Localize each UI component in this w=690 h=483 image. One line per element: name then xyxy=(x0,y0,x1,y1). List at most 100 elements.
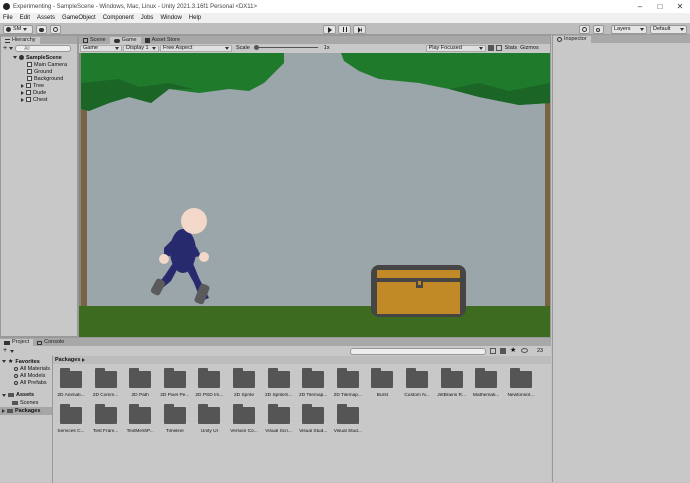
hierarchy-item-chest[interactable]: Chest xyxy=(21,96,47,103)
favorite-item-all-prefabs[interactable]: All Prefabs xyxy=(14,380,47,386)
package-folder[interactable]: 2D Tilemap... xyxy=(297,368,329,403)
menu-jobs[interactable]: Jobs xyxy=(141,15,154,21)
scale-slider[interactable] xyxy=(253,45,318,51)
add-icon[interactable]: + xyxy=(3,45,7,52)
tab-inspector[interactable]: Inspector xyxy=(553,36,591,43)
chevron-right-icon[interactable] xyxy=(2,409,5,413)
add-icon[interactable]: + xyxy=(3,347,7,354)
star-icon[interactable]: ★ xyxy=(510,346,516,354)
mute-icon[interactable] xyxy=(487,45,494,51)
package-folder[interactable]: Visual Stud... xyxy=(332,404,364,439)
aspect-dropdown[interactable]: Free Aspect xyxy=(160,44,232,52)
menu-gameobject[interactable]: GameObject xyxy=(62,15,96,21)
package-folder[interactable]: Custom N... xyxy=(401,368,433,403)
close-icon[interactable]: ✕ xyxy=(670,0,690,13)
folder-icon xyxy=(267,368,290,388)
package-folder[interactable]: 2D Pixel Pe... xyxy=(159,368,191,403)
search-by-type-icon[interactable] xyxy=(490,348,496,354)
gizmos-button[interactable]: Gizmos xyxy=(520,45,539,51)
hierarchy-scene[interactable]: SampleScene xyxy=(13,54,62,61)
layers-dropdown[interactable]: Layers xyxy=(611,25,647,34)
chevron-down-icon[interactable] xyxy=(2,393,6,397)
chevron-down-icon[interactable] xyxy=(9,47,14,50)
menu-help[interactable]: Help xyxy=(189,15,201,21)
package-folder[interactable]: 2D Path xyxy=(124,368,156,403)
package-folder[interactable]: Burst xyxy=(366,368,398,403)
breadcrumb-packages[interactable]: Packages xyxy=(55,357,80,363)
stats-button[interactable]: Stats xyxy=(505,45,518,51)
package-folder[interactable]: 2D SpriteS... xyxy=(263,368,295,403)
chevron-down-icon[interactable] xyxy=(2,360,6,363)
package-folder[interactable]: Mathemati... xyxy=(470,368,502,403)
package-folder[interactable]: Version Co... xyxy=(228,404,260,439)
package-folder[interactable]: 2D Sprite xyxy=(228,368,260,403)
label-icon[interactable] xyxy=(500,348,506,354)
hierarchy-item-tree[interactable]: Tree xyxy=(21,82,44,89)
display-mode-dropdown[interactable]: Game xyxy=(80,44,122,52)
search-button[interactable] xyxy=(593,25,604,34)
item-label: Ground xyxy=(34,68,53,75)
menu-file[interactable]: File xyxy=(3,15,13,21)
maximize-icon[interactable]: □ xyxy=(650,0,670,13)
play-mode-dropdown[interactable]: Play Focused xyxy=(425,44,486,52)
package-folder[interactable]: Services C... xyxy=(55,404,87,439)
eye-icon[interactable] xyxy=(521,348,528,353)
menu-window[interactable]: Window xyxy=(160,15,181,21)
package-folder[interactable]: Unity UI xyxy=(193,404,225,439)
scale-slider-handle[interactable] xyxy=(253,45,259,50)
minimize-icon[interactable]: – xyxy=(630,0,650,13)
tab-asset-store[interactable]: Asset Store xyxy=(141,37,184,44)
display-dropdown[interactable]: Display 1 xyxy=(123,44,159,52)
favorites-node[interactable]: ★ Favorites xyxy=(2,358,40,365)
favorite-item-all-materials[interactable]: All Materials xyxy=(14,366,50,372)
chevron-down-icon[interactable] xyxy=(10,350,14,353)
hierarchy-item-ground[interactable]: Ground xyxy=(27,68,52,75)
menu-component[interactable]: Component xyxy=(103,15,134,21)
chevron-right-icon[interactable] xyxy=(21,97,24,102)
chevron-right-icon xyxy=(82,358,86,362)
tab-scene[interactable]: Scene xyxy=(79,37,110,44)
packages-node[interactable]: Packages xyxy=(0,407,52,415)
package-folder[interactable]: Visual Stud... xyxy=(297,404,329,439)
tab-console[interactable]: Console xyxy=(33,339,68,346)
tab-hierarchy[interactable]: Hierarchy xyxy=(1,37,40,44)
package-folder[interactable]: JetBrains R... xyxy=(436,368,468,403)
hierarchy-item-main-camera[interactable]: Main Camera xyxy=(27,61,67,68)
folder-icon xyxy=(60,404,82,424)
package-folder[interactable]: Newtonsof... xyxy=(505,368,537,403)
package-folder[interactable]: 2D Animati... xyxy=(55,368,87,403)
layout-label: Default xyxy=(653,26,671,32)
chevron-right-icon[interactable] xyxy=(21,90,24,95)
chevron-down-icon[interactable] xyxy=(13,56,17,59)
layout-dropdown[interactable]: Default xyxy=(650,25,687,34)
collab-button[interactable] xyxy=(50,25,61,34)
history-button[interactable] xyxy=(579,25,590,34)
assets-item-scenes[interactable]: Scenes xyxy=(12,400,38,406)
project-search-input[interactable] xyxy=(350,348,486,355)
cloud-button[interactable] xyxy=(36,25,47,34)
account-button[interactable]: SM xyxy=(3,25,33,34)
step-button[interactable] xyxy=(353,25,366,34)
hierarchy-item-dude[interactable]: Dude xyxy=(21,89,46,96)
package-folder[interactable]: Visual Scri... xyxy=(263,404,295,439)
vr-icon[interactable] xyxy=(495,45,502,51)
game-viewport[interactable] xyxy=(79,53,550,338)
package-folder[interactable]: Test Fram... xyxy=(90,404,122,439)
pause-button[interactable] xyxy=(338,25,351,34)
favorite-item-all-models[interactable]: All Models xyxy=(14,373,45,379)
hierarchy-search-input[interactable] xyxy=(15,45,72,52)
play-button[interactable] xyxy=(323,25,336,34)
menu-edit[interactable]: Edit xyxy=(20,15,30,21)
package-folder[interactable]: 2D Comm... xyxy=(90,368,122,403)
assets-node[interactable]: Assets xyxy=(2,392,34,398)
info-icon xyxy=(557,37,562,42)
tab-project[interactable]: Project xyxy=(0,339,34,346)
chevron-right-icon[interactable] xyxy=(21,83,24,88)
package-folder[interactable]: 2D Tilemap... xyxy=(332,368,364,403)
package-folder[interactable]: TextMeshP... xyxy=(124,404,156,439)
tab-game[interactable]: Game xyxy=(109,37,141,44)
menu-assets[interactable]: Assets xyxy=(37,15,55,21)
hierarchy-item-background[interactable]: Background xyxy=(27,75,63,82)
package-folder[interactable]: 2D PSD Im... xyxy=(193,368,225,403)
package-folder[interactable]: Timeline xyxy=(159,404,191,439)
